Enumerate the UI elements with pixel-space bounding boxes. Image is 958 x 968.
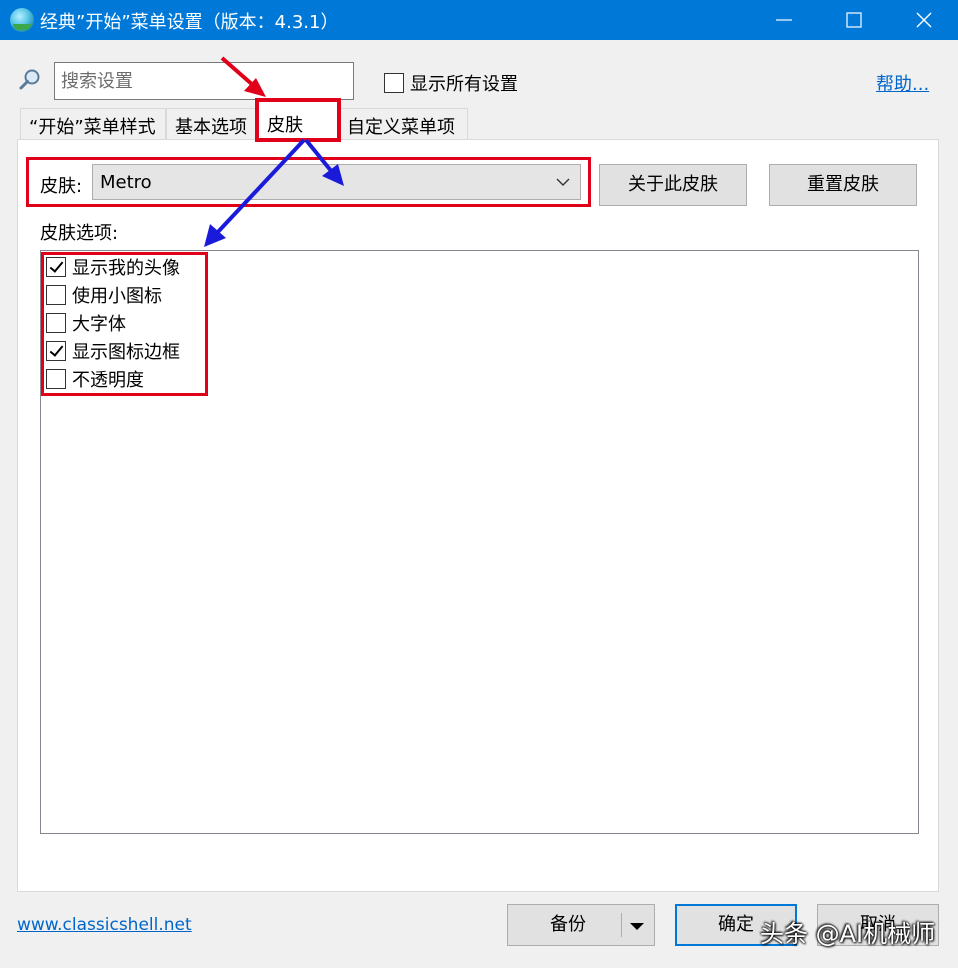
option-checkbox[interactable]	[46, 341, 66, 361]
tab-start-menu-style[interactable]: “开始”菜单样式	[20, 108, 166, 140]
option-label: 显示我的头像	[72, 258, 180, 279]
maximize-button[interactable]	[822, 0, 886, 40]
option-checkbox[interactable]	[46, 313, 66, 333]
option-show-avatar[interactable]: 显示我的头像	[46, 254, 180, 280]
show-all-label: 显示所有设置	[410, 74, 518, 95]
option-label: 大字体	[72, 314, 126, 335]
search-icon	[19, 69, 40, 90]
close-icon	[916, 12, 932, 28]
backup-button[interactable]: 备份	[507, 904, 655, 946]
reset-skin-button[interactable]: 重置皮肤	[769, 164, 917, 206]
skin-dropdown-value: Metro	[100, 172, 152, 193]
tab-basic-options[interactable]: 基本选项	[166, 108, 258, 140]
option-small-icons[interactable]: 使用小图标	[46, 282, 162, 308]
option-icon-frames[interactable]: 显示图标边框	[46, 338, 180, 364]
option-label: 使用小图标	[72, 286, 162, 307]
about-skin-button[interactable]: 关于此皮肤	[599, 164, 747, 206]
option-checkbox[interactable]	[46, 285, 66, 305]
option-label: 不透明度	[72, 370, 144, 391]
show-all-settings-toggle[interactable]: 显示所有设置	[384, 70, 518, 96]
dropdown-arrow-icon[interactable]	[630, 923, 644, 930]
tab-customize-menu[interactable]: 自定义菜单项	[338, 108, 468, 140]
window-title: 经典”开始”菜单设置（版本：4.3.1）	[40, 12, 339, 33]
minimize-button[interactable]	[752, 0, 816, 40]
minimize-icon	[776, 19, 792, 21]
skin-options-label: 皮肤选项:	[40, 223, 119, 244]
option-checkbox[interactable]	[46, 257, 66, 277]
option-opacity[interactable]: 不透明度	[46, 366, 144, 392]
option-label: 显示图标边框	[72, 342, 180, 363]
search-input[interactable]	[54, 62, 354, 100]
app-shell-icon	[10, 8, 34, 32]
chevron-down-icon	[556, 178, 570, 186]
tab-skin[interactable]: 皮肤	[258, 100, 338, 140]
option-large-font[interactable]: 大字体	[46, 310, 126, 336]
watermark: 头条 @AI机械师	[760, 920, 936, 948]
close-button[interactable]	[892, 0, 956, 40]
skin-dropdown[interactable]: Metro	[92, 164, 581, 200]
backup-separator	[621, 913, 622, 937]
title-bar: 经典”开始”菜单设置（版本：4.3.1）	[0, 0, 958, 40]
backup-label: 备份	[550, 914, 586, 935]
website-link[interactable]: www.classicshell.net	[17, 915, 192, 935]
skin-label: 皮肤:	[40, 176, 83, 197]
show-all-checkbox[interactable]	[384, 73, 404, 93]
option-checkbox[interactable]	[46, 369, 66, 389]
maximize-icon	[846, 12, 862, 28]
help-link[interactable]: 帮助...	[876, 70, 929, 96]
